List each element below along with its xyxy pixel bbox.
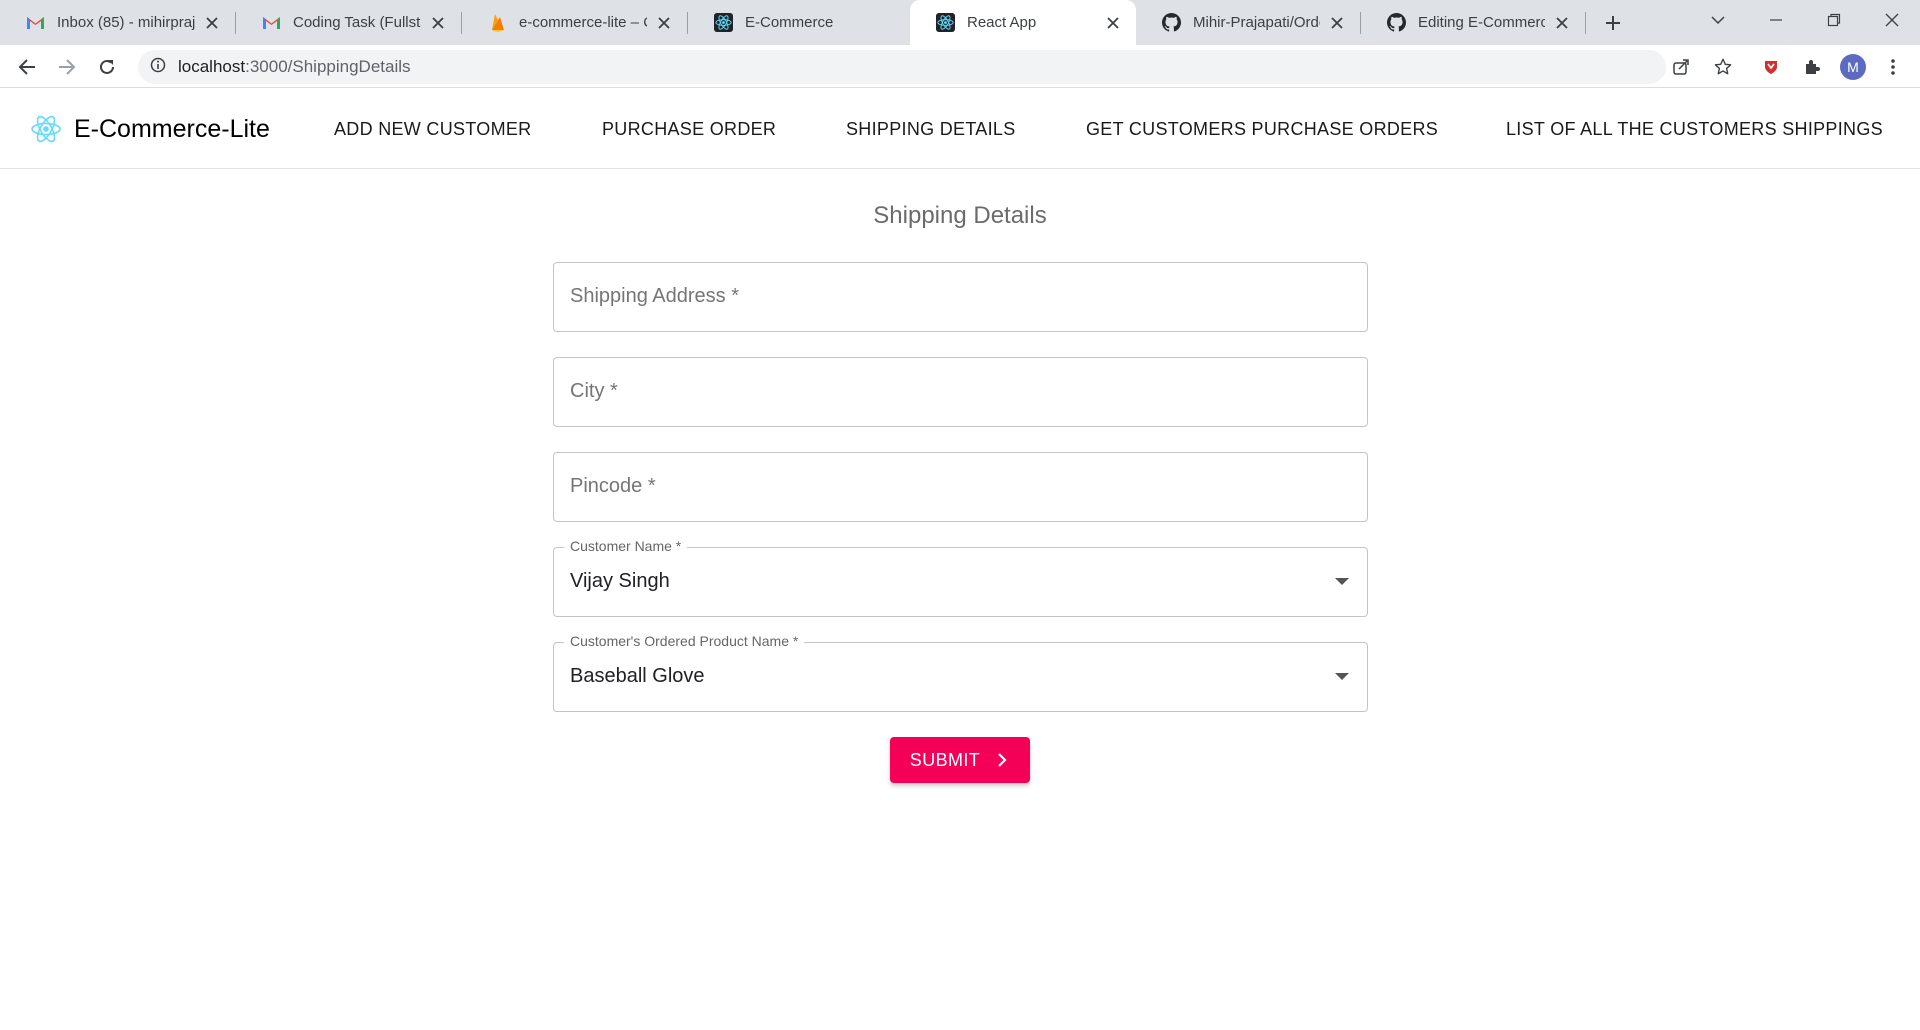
react-icon [936,13,955,32]
close-tab-icon[interactable] [429,14,447,32]
pincode-field[interactable]: Pincode * [553,452,1368,522]
submit-label: SUBMIT [909,749,981,770]
brand-name: E-Commerce-Lite [74,114,270,143]
tab-title: Inbox (85) - mihirpraja [57,14,195,31]
extensions-puzzle-icon[interactable] [1795,50,1829,84]
restore-icon[interactable] [1806,0,1862,40]
ordered-product-value: Baseball Glove [570,665,705,687]
close-tab-icon[interactable] [1553,14,1571,32]
browser-menu-icon[interactable] [1876,50,1910,84]
extension-shield-icon[interactable] [1754,50,1788,84]
browser-toolbar: localhost:3000/ShippingDetails M [0,45,1920,88]
app-header: E-Commerce-Lite ADD NEW CUSTOMER PURCHAS… [0,89,1920,169]
tab-divider [1585,12,1586,34]
tab-title: e-commerce-lite – Clo [519,14,647,31]
url-text: localhost:3000/ShippingDetails [178,57,411,77]
bookmark-star-icon[interactable] [1706,50,1740,84]
tab-title: E-Commerce [745,14,834,31]
new-tab-plus-icon[interactable] [1598,8,1628,38]
url-host: localhost [178,57,246,76]
close-tab-icon[interactable] [1104,14,1122,32]
nav-get-customers-purchase-orders[interactable]: GET CUSTOMERS PURCHASE ORDERS [1086,89,1438,169]
react-logo-icon [31,115,61,143]
forward-arrow-icon[interactable] [50,50,84,84]
shipping-address-placeholder: Shipping Address * [570,285,740,307]
close-tab-icon[interactable] [1328,14,1346,32]
gmail-icon [26,13,45,32]
url-path: :3000/ShippingDetails [245,57,411,76]
close-window-icon[interactable] [1864,0,1920,40]
nav-shipping-details[interactable]: SHIPPING DETAILS [846,89,1016,169]
browser-tab[interactable]: e-commerce-lite – Clo [462,0,687,45]
nav-purchase-order[interactable]: PURCHASE ORDER [602,89,776,169]
firebase-icon [488,13,507,32]
tab-title: Editing E-Commerce- [1418,14,1545,31]
chevron-right-icon [994,752,1010,768]
ordered-product-label: Customer's Ordered Product Name * [564,633,805,649]
tab-title: React App [967,14,1037,31]
close-tab-icon[interactable] [655,14,673,32]
pincode-placeholder: Pincode * [570,475,656,497]
close-tab-icon[interactable] [203,14,221,32]
reload-icon[interactable] [90,50,124,84]
customer-name-select[interactable]: Customer Name * Vijay Singh [553,538,1368,617]
page-title: Shipping Details [873,202,1047,229]
address-bar[interactable]: localhost:3000/ShippingDetails [138,50,1666,84]
dropdown-caret-icon [1335,578,1349,585]
city-placeholder: City * [570,380,618,402]
dropdown-caret-icon [1335,673,1349,680]
profile-avatar[interactable]: M [1836,50,1870,84]
browser-tab[interactable]: E-Commerce [688,0,910,45]
shipping-address-field[interactable]: Shipping Address * [553,262,1368,332]
browser-tab[interactable]: Mihir-Prajapati/Order [1136,0,1360,45]
github-icon [1387,13,1406,32]
tab-title: Coding Task (Fullstack [293,14,421,31]
submit-button[interactable]: SUBMIT [890,737,1030,783]
share-icon[interactable] [1664,50,1698,84]
tab-title: Mihir-Prajapati/Order [1193,14,1320,31]
tab-search-chevron-icon[interactable] [1690,0,1746,40]
browser-tab-active[interactable]: React App [910,0,1136,45]
back-arrow-icon[interactable] [10,50,44,84]
browser-tab-strip: Inbox (85) - mihirpraja Coding Task (Ful… [0,0,1920,45]
minimize-icon[interactable] [1748,0,1804,40]
city-field[interactable]: City * [553,357,1368,427]
nav-add-new-customer[interactable]: ADD NEW CUSTOMER [334,89,531,169]
brand[interactable]: E-Commerce-Lite [30,89,270,169]
customer-name-label: Customer Name * [564,538,688,554]
browser-tab[interactable]: Coding Task (Fullstack [236,0,461,45]
ordered-product-select[interactable]: Customer's Ordered Product Name * Baseba… [553,633,1368,712]
react-icon [714,13,733,32]
site-info-icon[interactable] [150,57,166,78]
customer-name-value: Vijay Singh [570,570,670,592]
github-icon [1162,13,1181,32]
browser-tab[interactable]: Inbox (85) - mihirpraja [0,0,235,45]
nav-list-customers-shippings[interactable]: LIST OF ALL THE CUSTOMERS SHIPPINGS [1506,89,1883,169]
profile-initial: M [1840,54,1866,80]
browser-tab[interactable]: Editing E-Commerce- [1361,0,1585,45]
gmail-icon [262,13,281,32]
